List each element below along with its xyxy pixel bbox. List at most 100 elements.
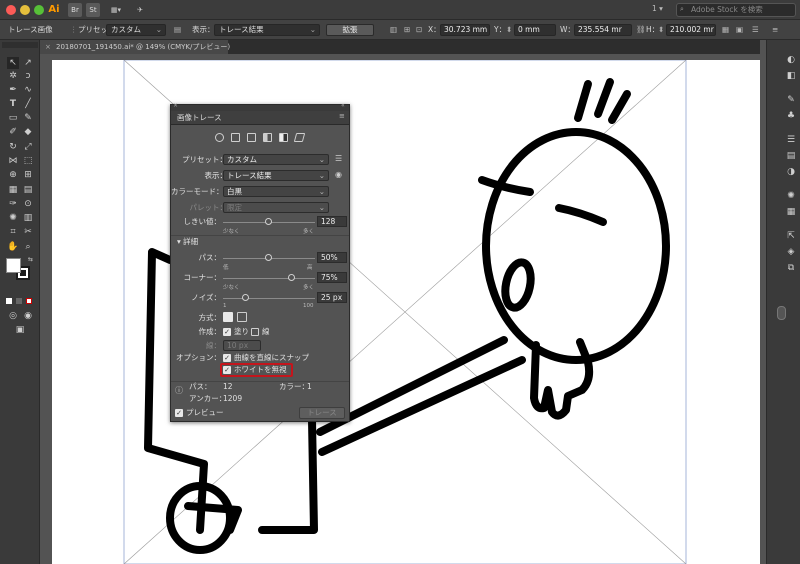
minimize-window-icon[interactable] [20, 5, 30, 15]
direct-selection-tool-icon[interactable]: ↗ [22, 57, 34, 69]
none-mode-icon[interactable] [26, 298, 32, 304]
threshold-field[interactable]: 128 [317, 216, 347, 227]
eraser-tool-icon[interactable]: ◆ [22, 126, 34, 138]
fill-color-swatch[interactable] [6, 258, 21, 273]
symbols-panel-icon[interactable]: ♣ [785, 110, 797, 122]
symbol-sprayer-tool-icon[interactable]: ✺ [7, 212, 19, 224]
threshold-slider-knob[interactable] [265, 218, 272, 225]
close-window-icon[interactable] [6, 5, 16, 15]
preset-dropdown[interactable]: カスタム ⌄ [106, 24, 166, 36]
trace-panel-icon[interactable]: ▤ [174, 20, 181, 40]
gradient-panel-icon[interactable]: ▤ [785, 150, 797, 162]
expand-button[interactable]: 拡張 [326, 24, 374, 36]
artboards-panel-icon[interactable]: ⧉ [785, 262, 797, 274]
lasso-tool-icon[interactable]: ↄ [22, 70, 34, 82]
outline-preset-icon[interactable] [293, 133, 306, 142]
graphic-styles-icon[interactable]: ▦ [785, 206, 797, 218]
gpu-performance-icon[interactable]: ✈ [132, 3, 148, 17]
scrollbar-thumb[interactable] [777, 306, 786, 320]
menu-icon[interactable]: ☰ [752, 20, 759, 40]
slice-tool-icon[interactable]: ✂ [22, 226, 34, 238]
draw-behind-icon[interactable]: ◉ [22, 310, 34, 322]
blend-tool-icon[interactable]: ⊙ [22, 198, 34, 210]
selection-tool-icon[interactable]: ↖ [7, 57, 19, 69]
stock-button[interactable]: St [86, 3, 100, 17]
artboard-canvas[interactable] [52, 60, 760, 564]
rectangle-tool-icon[interactable]: ▭ [7, 112, 19, 124]
export-panel-icon[interactable]: ⇱ [785, 230, 797, 242]
type-tool-icon[interactable]: T [7, 98, 19, 110]
auto-color-preset-icon[interactable] [215, 133, 224, 142]
free-transform-tool-icon[interactable]: ⬚ [22, 155, 34, 167]
abutting-method-icon[interactable] [223, 312, 233, 322]
swap-colors-icon[interactable]: ⇆ [28, 256, 33, 263]
black-white-preset-icon[interactable] [279, 133, 288, 142]
trace-button[interactable]: トレース [299, 407, 345, 419]
panel-view-dropdown[interactable]: トレース結果 ⌄ [223, 170, 329, 181]
align-to-icon[interactable]: ▦ [722, 20, 729, 40]
panel-menu-icon[interactable]: ≡ [339, 112, 345, 120]
paths-field[interactable]: 50% [317, 252, 347, 263]
overlapping-method-icon[interactable] [237, 312, 247, 322]
zoom-window-icon[interactable] [34, 5, 44, 15]
color-guide-icon[interactable]: ◧ [785, 70, 797, 82]
eye-icon[interactable]: ◉ [335, 170, 342, 179]
color-mode-dropdown[interactable]: 白黒 ⌄ [223, 186, 329, 197]
document-tab[interactable]: × 20180701_191450.ai* @ 149% (CMYK/プレビュー) [40, 40, 230, 54]
stroke-panel-icon[interactable]: ☰ [785, 134, 797, 146]
arrange-documents-icon[interactable]: ▦▾ [106, 3, 126, 17]
corners-slider-knob[interactable] [288, 274, 295, 281]
brushes-panel-icon[interactable]: ✎ [785, 94, 797, 106]
fill-checkbox[interactable]: ✓ [223, 328, 231, 336]
close-panel-icon[interactable]: × [173, 102, 178, 109]
scale-tool-icon[interactable]: ⤢ [22, 141, 34, 153]
workspace-switcher[interactable]: 1 ▾ [652, 4, 663, 13]
stroke-checkbox[interactable] [251, 328, 259, 336]
advanced-toggle[interactable]: ▾ 詳細 [177, 237, 198, 247]
noise-slider-knob[interactable] [242, 294, 249, 301]
corners-field[interactable]: 75% [317, 272, 347, 283]
magic-wand-tool-icon[interactable]: ✲ [7, 70, 19, 82]
snap-curves-checkbox[interactable]: ✓ [223, 354, 231, 362]
stepper-icon[interactable]: ⬍ [658, 20, 664, 40]
view-dropdown[interactable]: トレース結果 ⌄ [214, 24, 320, 36]
layers-panel-icon[interactable]: ◈ [785, 246, 797, 258]
curvature-tool-icon[interactable]: ∿ [22, 84, 34, 96]
eyedropper-tool-icon[interactable]: ✑ [7, 198, 19, 210]
y-field[interactable]: 0 mm [514, 24, 556, 36]
mesh-tool-icon[interactable]: ▦ [7, 184, 19, 196]
gradient-mode-icon[interactable] [16, 298, 22, 304]
close-tab-icon[interactable]: × [45, 40, 51, 54]
preset-list-icon[interactable]: ☰ [335, 154, 342, 163]
h-field[interactable]: 210.002 mr [666, 24, 716, 36]
align-icon[interactable]: ▥ [390, 20, 397, 40]
reference-point-icon[interactable]: ⊡ [416, 20, 422, 40]
link-proportions-icon[interactable]: ⛓ [636, 20, 646, 40]
artboard-tool-icon[interactable]: ⌗ [7, 226, 19, 238]
panel-preset-dropdown[interactable]: カスタム ⌄ [223, 154, 329, 165]
high-color-preset-icon[interactable] [231, 133, 240, 142]
hand-tool-icon[interactable]: ✋ [7, 241, 19, 253]
color-panel-icon[interactable]: ◐ [785, 54, 797, 66]
pen-tool-icon[interactable]: ✒ [7, 84, 19, 96]
paths-slider-knob[interactable] [265, 254, 272, 261]
stock-search-input[interactable]: Adobe Stock を検索 [676, 3, 796, 17]
corners-slider[interactable] [223, 278, 315, 279]
collapse-panel-icon[interactable]: « [341, 102, 345, 109]
column-graph-tool-icon[interactable]: ▥ [22, 212, 34, 224]
paintbrush-tool-icon[interactable]: ✎ [22, 112, 34, 124]
x-field[interactable]: 30.723 mm [440, 24, 490, 36]
low-color-preset-icon[interactable] [247, 133, 256, 142]
transparency-panel-icon[interactable]: ◑ [785, 166, 797, 178]
bridge-button[interactable]: Br [68, 3, 82, 17]
shape-builder-tool-icon[interactable]: ⊕ [7, 169, 19, 181]
stepper-icon[interactable]: ⬍ [506, 20, 512, 40]
panel-menu-icon[interactable]: ≡ [772, 20, 778, 40]
grayscale-preset-icon[interactable] [263, 133, 272, 142]
noise-slider[interactable] [223, 298, 315, 299]
line-tool-icon[interactable]: ╱ [22, 98, 34, 110]
envelope-icon[interactable]: ▣ [736, 20, 743, 40]
width-tool-icon[interactable]: ⋈ [7, 155, 19, 167]
preview-checkbox[interactable]: ✓ [175, 409, 183, 417]
noise-field[interactable]: 25 px [317, 292, 347, 303]
